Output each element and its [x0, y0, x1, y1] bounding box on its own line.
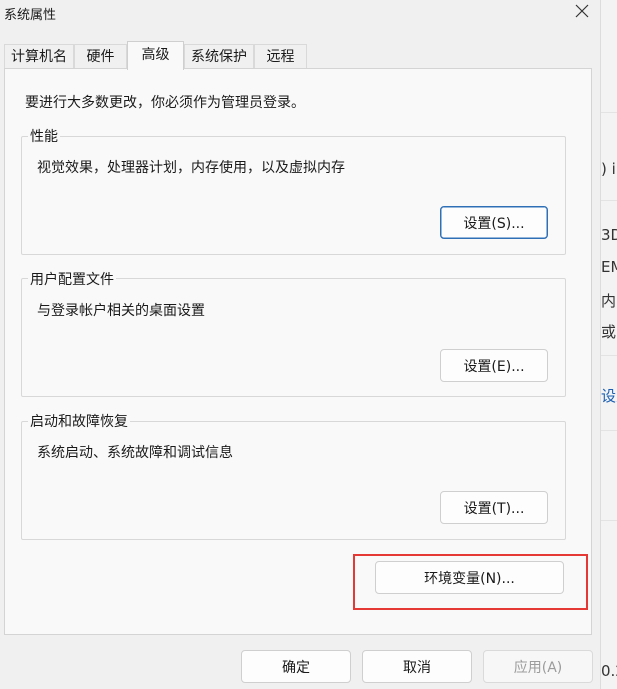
background-text: EM: [601, 258, 617, 276]
background-text: 0.2: [601, 662, 617, 680]
startup-recovery-settings-button[interactable]: 设置(T)...: [440, 491, 548, 524]
performance-settings-button[interactable]: 设置(S)...: [440, 206, 548, 239]
user-profiles-settings-button[interactable]: 设置(E)...: [440, 349, 548, 382]
close-icon: [575, 4, 589, 22]
apply-button[interactable]: 应用(A): [483, 650, 593, 683]
close-button[interactable]: [566, 0, 598, 26]
ok-button[interactable]: 确定: [241, 650, 351, 683]
admin-note: 要进行大多数更改，你必须作为管理员登录。: [25, 95, 305, 111]
divider: [601, 430, 617, 431]
user-profiles-group-title: 用户配置文件: [28, 269, 116, 289]
divider: [601, 355, 617, 356]
divider: [601, 200, 617, 201]
background-text: 内: [601, 292, 617, 310]
performance-group-title: 性能: [28, 126, 60, 146]
divider: [601, 520, 617, 521]
background-text: 3D: [601, 226, 617, 244]
background-text: ) i: [601, 160, 616, 178]
background-window: ) i 3D EM 内 或 设置 0.2: [600, 0, 617, 689]
highlight-annotation: [353, 554, 588, 610]
startup-recovery-group-title: 启动和故障恢复: [28, 411, 130, 431]
startup-recovery-description: 系统启动、系统故障和调试信息: [37, 445, 233, 461]
tab-system-protection[interactable]: 系统保护: [184, 44, 254, 68]
divider: [601, 112, 617, 113]
performance-description: 视觉效果，处理器计划，内存使用，以及虚拟内存: [37, 160, 345, 176]
user-profiles-description: 与登录帐户相关的桌面设置: [37, 303, 205, 319]
cancel-button[interactable]: 取消: [362, 650, 472, 683]
tab-computer-name[interactable]: 计算机名: [4, 44, 74, 68]
background-text: 或: [601, 323, 617, 341]
tab-advanced[interactable]: 高级: [127, 41, 184, 70]
background-link[interactable]: 设置: [601, 385, 617, 406]
tab-remote[interactable]: 远程: [254, 44, 307, 68]
tab-hardware[interactable]: 硬件: [74, 44, 127, 68]
window-title: 系统属性: [4, 8, 57, 23]
